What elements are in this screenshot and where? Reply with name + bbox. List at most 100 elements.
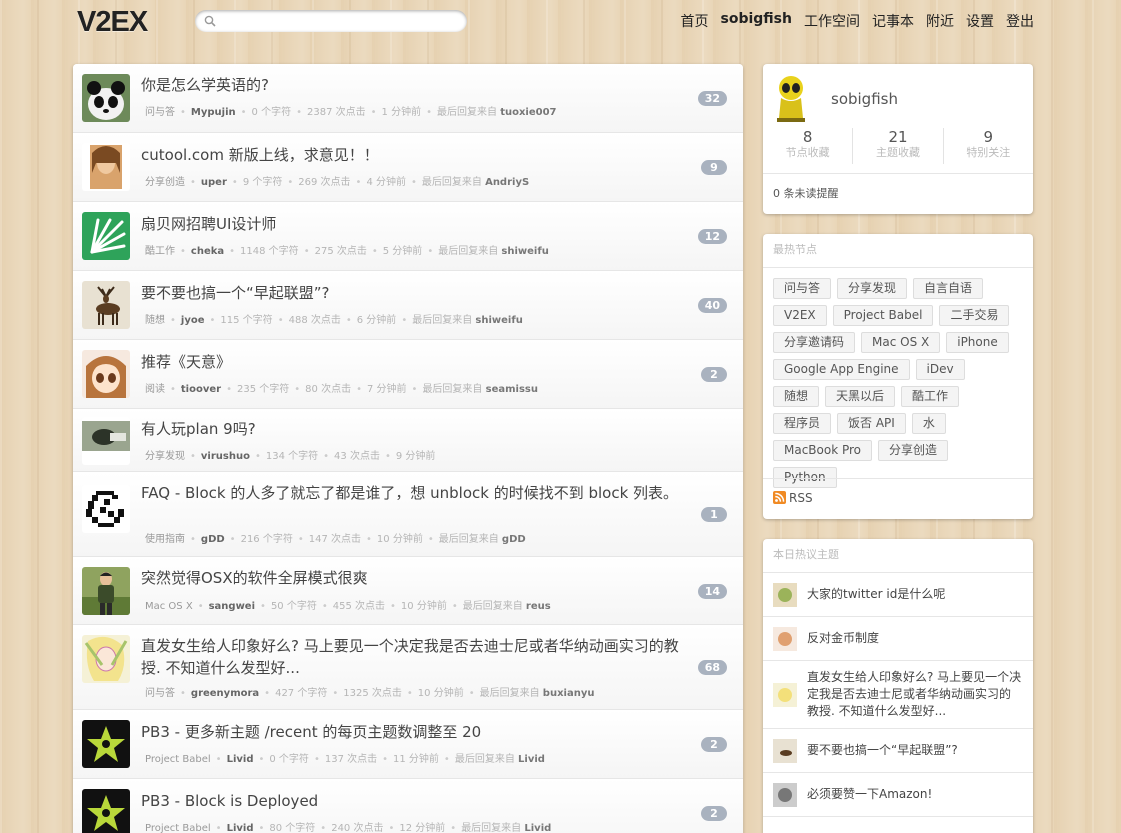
- node-tag[interactable]: Mac OS X: [861, 332, 941, 353]
- topic-node[interactable]: Project Babel: [145, 823, 211, 833]
- stat-following[interactable]: 9 特别关注: [944, 128, 1033, 164]
- nav-logout[interactable]: 登出: [1006, 11, 1034, 31]
- last-reply-user[interactable]: tuoxie007: [500, 107, 556, 118]
- reply-count[interactable]: 9: [701, 160, 727, 175]
- author-avatar[interactable]: [82, 635, 130, 683]
- topic-author[interactable]: gDD: [201, 534, 225, 545]
- topic-author[interactable]: Livid: [227, 823, 254, 833]
- author-avatar[interactable]: [773, 583, 797, 607]
- site-logo[interactable]: V2EX: [77, 6, 148, 39]
- topic-title[interactable]: PB3 - 更多新主题 /recent 的每页主题数调整至 20: [141, 721, 681, 743]
- hot-topic-title[interactable]: 要不要也搞一个“早起联盟”?: [807, 742, 1022, 759]
- stat-node-favorites[interactable]: 8 节点收藏: [763, 128, 854, 164]
- author-avatar[interactable]: [82, 74, 130, 122]
- topic-title[interactable]: cutool.com 新版上线，求意见！！: [141, 144, 681, 166]
- topic-node[interactable]: 随想: [145, 315, 165, 326]
- node-tag[interactable]: 分享创造: [878, 440, 949, 461]
- node-tag[interactable]: V2EX: [773, 305, 827, 326]
- topic-author[interactable]: cheka: [191, 246, 224, 257]
- topic-node[interactable]: 问与答: [145, 107, 175, 118]
- author-avatar[interactable]: [82, 567, 130, 615]
- topic-author[interactable]: jyoe: [181, 315, 205, 326]
- stat-topic-favorites[interactable]: 21 主题收藏: [853, 128, 944, 164]
- reply-count[interactable]: 68: [697, 660, 727, 675]
- reply-count[interactable]: 2: [701, 737, 727, 752]
- last-reply-user[interactable]: AndriyS: [485, 177, 529, 188]
- rss-link[interactable]: RSS: [789, 491, 813, 505]
- author-avatar[interactable]: [773, 683, 797, 707]
- last-reply-user[interactable]: gDD: [502, 534, 526, 545]
- hot-topic-title[interactable]: 必须要赞一下Amazon!: [807, 786, 1022, 803]
- reply-count[interactable]: 12: [697, 229, 727, 244]
- unread-notifications-link[interactable]: 0 条未读提醒: [773, 185, 839, 201]
- topic-author[interactable]: Mypujin: [191, 107, 236, 118]
- topic-node[interactable]: 分享发现: [145, 451, 185, 462]
- last-reply-user[interactable]: reus: [526, 601, 551, 612]
- reply-count[interactable]: 32: [697, 91, 727, 106]
- hot-topic-title[interactable]: 反对金币制度: [807, 630, 1022, 647]
- node-tag[interactable]: iPhone: [946, 332, 1009, 353]
- author-avatar[interactable]: [773, 739, 797, 763]
- topic-author[interactable]: greenymora: [191, 688, 259, 699]
- topic-title[interactable]: 推荐《天意》: [141, 351, 681, 373]
- topic-author[interactable]: Livid: [227, 754, 254, 765]
- reply-count[interactable]: 40: [697, 298, 727, 313]
- search-box[interactable]: [195, 10, 467, 32]
- topic-author[interactable]: tioover: [181, 384, 221, 395]
- reply-count[interactable]: 2: [701, 367, 727, 382]
- last-reply-user[interactable]: buxianyu: [543, 688, 595, 699]
- hot-topic-title[interactable]: 直发女生给人印象好么? 马上要见一个决定我是否去迪士尼或者华纳动画实习的教授. …: [807, 669, 1022, 720]
- last-reply-user[interactable]: shiweifu: [501, 246, 548, 257]
- topic-node[interactable]: 问与答: [145, 688, 175, 699]
- author-avatar[interactable]: [82, 485, 130, 533]
- node-tag[interactable]: 天黑以后: [825, 386, 896, 407]
- last-reply-user[interactable]: Livid: [518, 754, 545, 765]
- author-avatar[interactable]: [773, 627, 797, 651]
- reply-count[interactable]: 2: [701, 806, 727, 821]
- node-tag[interactable]: 程序员: [773, 413, 832, 434]
- topic-author[interactable]: uper: [201, 177, 227, 188]
- author-avatar[interactable]: [82, 212, 130, 260]
- node-tag[interactable]: MacBook Pro: [773, 440, 873, 461]
- topic-author[interactable]: sangwei: [209, 601, 255, 612]
- topic-node[interactable]: Mac OS X: [145, 601, 193, 612]
- topic-node[interactable]: 阅读: [145, 384, 165, 395]
- node-tag[interactable]: 自言自语: [913, 278, 984, 299]
- topic-title[interactable]: 要不要也搞一个“早起联盟”?: [141, 282, 681, 304]
- node-tag[interactable]: Project Babel: [832, 305, 934, 326]
- node-tag[interactable]: 酷工作: [901, 386, 960, 407]
- topic-node[interactable]: 酷工作: [145, 246, 175, 257]
- topic-title[interactable]: 你是怎么学英语的?: [141, 74, 681, 96]
- nav-nearby[interactable]: 附近: [926, 11, 954, 31]
- topic-node[interactable]: 分享创造: [145, 177, 185, 188]
- topic-title[interactable]: 有人玩plan 9吗?: [141, 418, 681, 440]
- last-reply-user[interactable]: shiweifu: [475, 315, 522, 326]
- nav-notes[interactable]: 记事本: [872, 11, 914, 31]
- topic-node[interactable]: 使用指南: [145, 534, 185, 545]
- nav-settings[interactable]: 设置: [966, 11, 994, 31]
- node-tag[interactable]: 随想: [773, 386, 820, 407]
- nav-username[interactable]: sobigfish: [721, 11, 792, 31]
- node-tag[interactable]: Google App Engine: [773, 359, 910, 380]
- nav-workspace[interactable]: 工作空间: [804, 11, 860, 31]
- node-tag[interactable]: 分享邀请码: [773, 332, 856, 353]
- author-avatar[interactable]: [82, 350, 130, 398]
- user-avatar[interactable]: [773, 74, 809, 122]
- topic-title[interactable]: PB3 - Block is Deployed: [141, 790, 681, 812]
- topic-title[interactable]: FAQ - Block 的人多了就忘了都是谁了，想 unblock 的时候找不到…: [141, 482, 681, 504]
- author-avatar[interactable]: [82, 281, 130, 329]
- topic-author[interactable]: virushuo: [201, 451, 250, 462]
- reply-count[interactable]: 1: [701, 507, 727, 522]
- author-avatar[interactable]: [82, 789, 130, 833]
- node-tag[interactable]: 二手交易: [939, 305, 1010, 326]
- hot-topic-title[interactable]: 大家的twitter id是什么呢: [807, 586, 1022, 603]
- node-tag[interactable]: 分享发现: [837, 278, 908, 299]
- nav-home[interactable]: 首页: [681, 11, 709, 31]
- profile-username[interactable]: sobigfish: [831, 90, 898, 108]
- last-reply-user[interactable]: seamissu: [486, 384, 538, 395]
- reply-count[interactable]: 14: [697, 584, 727, 599]
- last-reply-user[interactable]: Livid: [524, 823, 551, 833]
- search-input[interactable]: [221, 13, 456, 29]
- author-avatar[interactable]: [773, 783, 797, 807]
- topic-title[interactable]: 突然觉得OSX的软件全屏模式很爽: [141, 567, 681, 589]
